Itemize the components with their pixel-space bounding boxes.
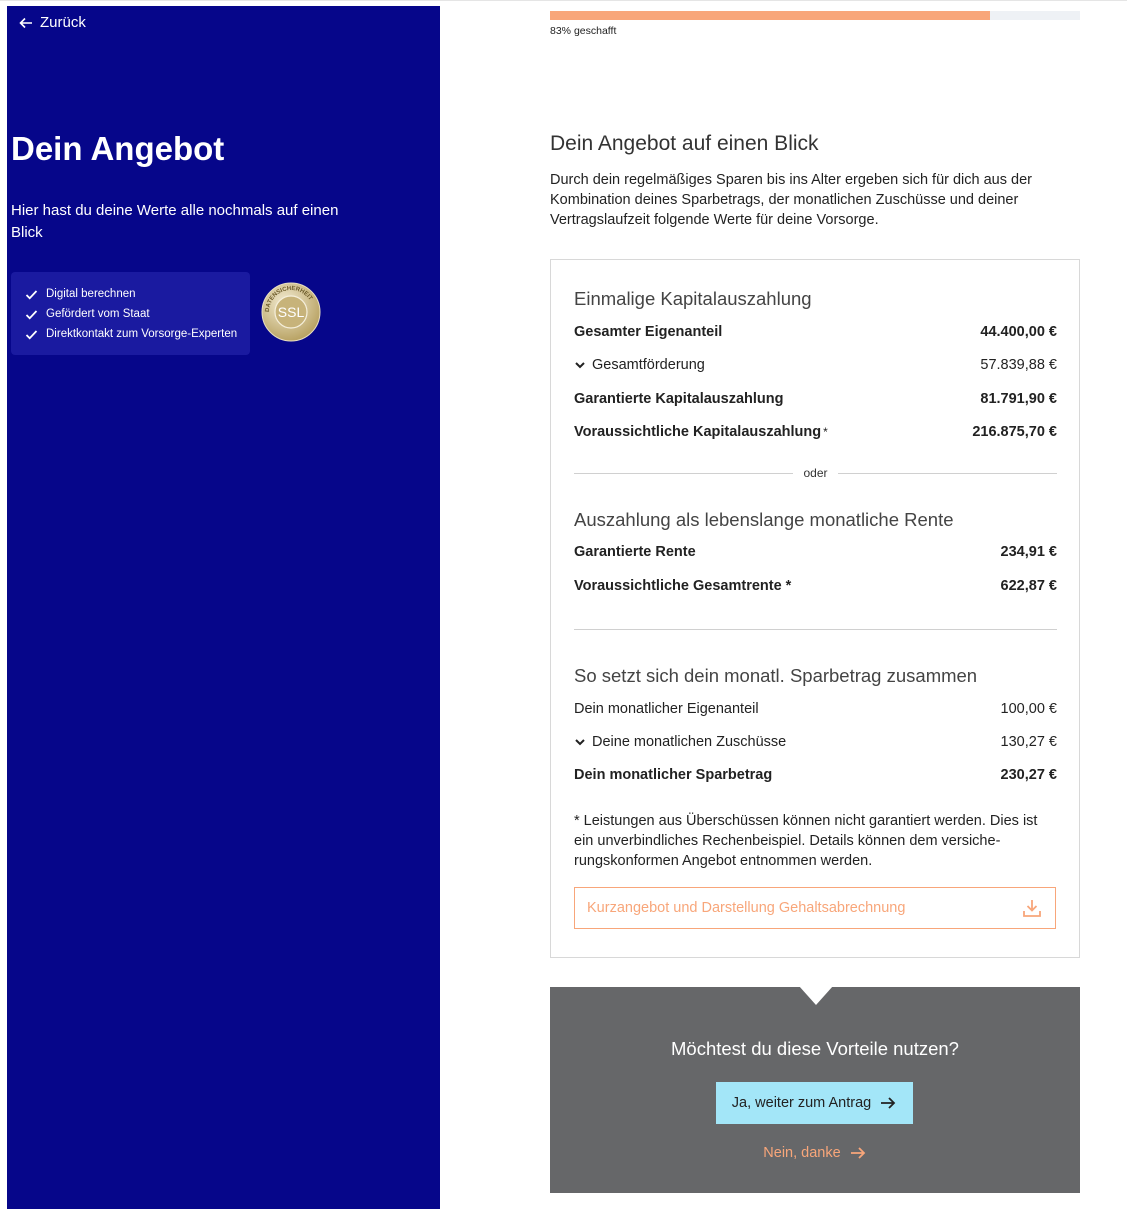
cta-notch (799, 986, 833, 1005)
ssl-label: SSL (278, 304, 305, 320)
savings-row-eigenanteil: Dein monatlicher Eigenanteil 100,00 € (574, 698, 1057, 720)
download-icon (1023, 900, 1041, 917)
row-label: Voraussichtliche Gesamtrente * (574, 578, 792, 594)
feature-item: Digital berechnen (25, 284, 250, 304)
or-divider: oder (574, 466, 1057, 480)
progress-text: geschafft (573, 25, 617, 37)
decline-link[interactable]: Nein, danke (550, 1144, 1080, 1162)
offer-intro: Durch dein regelmäßiges Sparen bis ins A… (550, 172, 1032, 228)
check-icon (25, 309, 38, 319)
section-divider (574, 629, 1057, 630)
row-value: 622,87 € (1000, 578, 1057, 594)
offer-title: Dein Angebot auf einen Blick (550, 132, 819, 155)
pension-row-garantiert: Garantierte Rente 234,91 € (574, 541, 1057, 563)
chevron-down-icon (575, 739, 585, 746)
row-label: Dein monatlicher Eigenanteil (574, 701, 759, 717)
offer-card: Einmalige Kapitalauszahlung Gesamter Eig… (550, 259, 1080, 958)
progress-percent: 83% (550, 25, 572, 37)
yes-label: Ja, weiter zum Antrag (731, 1095, 872, 1111)
capital-row-voraussichtlich: Voraussichtliche Kapitalauszahlung * 216… (574, 421, 1057, 443)
page-subtitle: Hier hast du deine Werte alle nochmals a… (11, 202, 339, 241)
continue-application-button[interactable]: Ja, weiter zum Antrag (716, 1082, 913, 1124)
pension-section-title: Auszahlung als lebenslange monatliche Re… (574, 509, 954, 530)
row-label-wrap: Deine monatlichen Zuschüsse (574, 734, 786, 750)
capital-section-title: Einmalige Kapitalauszahlung (574, 288, 812, 309)
divider-line (837, 472, 1057, 474)
savings-row-zuschuesse[interactable]: Deine monatlichen Zuschüsse 130,27 € (574, 731, 1057, 753)
page-title: Dein Angebot (11, 130, 225, 167)
row-label-wrap: Voraussichtliche Kapitalauszahlung * (574, 424, 828, 440)
divider-line (574, 472, 794, 474)
row-label-wrap: Gesamtförderung (574, 357, 705, 373)
no-label: Nein, danke (763, 1145, 841, 1161)
footnote: * Leistungen aus Überschüssen können nic… (574, 813, 1038, 869)
feature-item: Gefördert vom Staat (25, 304, 250, 324)
row-value: 57.839,88 € (980, 357, 1057, 373)
row-label: Garantierte Kapitalauszahlung (574, 391, 784, 407)
row-label-suffix: * (823, 425, 828, 439)
row-value: 130,27 € (1000, 734, 1057, 750)
arrow-right-icon (881, 1097, 896, 1109)
row-value: 234,91 € (1000, 544, 1057, 560)
capital-row-eigenanteil: Gesamter Eigenanteil 44.400,00 € (574, 321, 1057, 343)
download-label: Kurzangebot und Darstellung Gehaltsabrec… (587, 900, 906, 916)
row-value: 81.791,90 € (980, 391, 1057, 407)
row-value: 100,00 € (1000, 701, 1057, 717)
pension-row-gesamt: Voraussichtliche Gesamtrente * 622,87 € (574, 575, 1057, 597)
check-icon (25, 329, 38, 339)
row-value: 216.875,70 € (972, 424, 1057, 440)
savings-section-title: So setzt sich dein monatl. Sparbetrag zu… (574, 665, 978, 686)
row-label: Garantierte Rente (574, 544, 696, 560)
feature-label: Direktkontakt zum Vorsorge-Experten (46, 328, 238, 340)
row-label: Deine monatlichen Zuschüsse (592, 734, 787, 750)
check-icon (25, 289, 38, 299)
cta-question: Möchtest du diese Vorteile nutzen? (671, 1038, 959, 1059)
back-link[interactable]: Zurück (18, 14, 86, 31)
row-label: Gesamter Eigenanteil (574, 324, 723, 340)
row-label: Voraussichtliche Kapitalauszahlung (574, 424, 822, 440)
back-label: Zurück (40, 14, 86, 31)
row-label: Dein monatlicher Sparbetrag (574, 767, 773, 783)
savings-row-sparbetrag: Dein monatlicher Sparbetrag 230,27 € (574, 764, 1057, 786)
capital-row-garantiert: Garantierte Kapitalauszahlung 81.791,90 … (574, 388, 1057, 410)
chevron-down-icon (575, 362, 585, 369)
row-value: 44.400,00 € (980, 324, 1057, 340)
arrow-right-icon (850, 1147, 865, 1159)
ssl-seal-icon: DATENSICHERHEIT SSL (261, 282, 321, 342)
row-value: 230,27 € (1000, 767, 1057, 783)
divider-label: oder (803, 466, 828, 480)
arrow-left-icon (19, 17, 32, 28)
capital-row-foerderung[interactable]: Gesamtförderung 57.839,88 € (574, 354, 1057, 376)
row-label: Gesamtförderung (592, 357, 705, 373)
feature-label: Digital berechnen (46, 288, 136, 300)
progress-label: 83% geschafft (550, 25, 616, 37)
left-panel: Zurück Dein Angebot Hier hast du deine W… (7, 6, 440, 1209)
feature-item: Direktkontakt zum Vorsorge-Experten (25, 324, 250, 344)
progress-fill (550, 11, 990, 20)
cta-box: Möchtest du diese Vorteile nutzen? Ja, w… (550, 986, 1080, 1193)
feature-label: Gefördert vom Staat (46, 308, 150, 320)
download-offer-button[interactable]: Kurzangebot und Darstellung Gehaltsabrec… (574, 887, 1056, 929)
feature-box: Digital berechnen Gefördert vom Staat Di… (11, 272, 250, 355)
progress-bar (550, 11, 1080, 20)
